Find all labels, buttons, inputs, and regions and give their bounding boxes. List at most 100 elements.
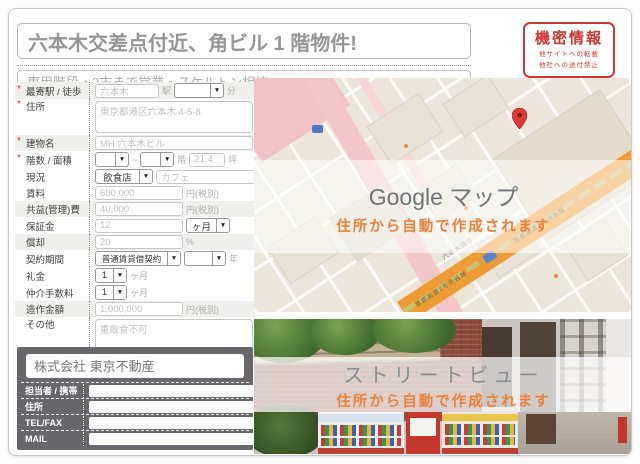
floor-from-select[interactable]: ▼ xyxy=(95,152,129,167)
address-textarea[interactable]: 東京都港区六本木 4-5-8 xyxy=(95,101,253,133)
row-amortization: 償却 % xyxy=(15,234,255,250)
company-contact-row: 担当者 / 携帯 xyxy=(21,382,249,398)
confidential-stamp: 機密情報 他サイトへの転載 他社への送付禁止 xyxy=(523,22,615,78)
contract-years-select[interactable]: ▼ xyxy=(184,251,226,266)
confidential-stamp-line1: 他サイトへの転載 xyxy=(525,50,613,59)
header-divider xyxy=(17,65,471,66)
map-pin-icon xyxy=(512,108,527,129)
row-common-fee: 共益(管理)費 円(税別) xyxy=(15,201,255,217)
street-view-subtitle: 住所から自動で作成されます xyxy=(336,390,551,411)
contract-period-label: 契約期間 xyxy=(15,252,89,266)
map-subtitle: 住所から自動で作成されます xyxy=(336,215,551,236)
dropdown-caret-icon: ▼ xyxy=(160,153,173,166)
area-input[interactable] xyxy=(189,153,225,167)
vending-machine-base xyxy=(442,448,518,454)
company-tel-input[interactable] xyxy=(89,417,266,429)
company-contact-label: 担当者 / 携帯 xyxy=(21,384,83,397)
vending-machine-drinks xyxy=(321,425,401,436)
vending-machine xyxy=(442,412,518,454)
dropdown-caret-icon: ▼ xyxy=(210,84,223,97)
deposit-input[interactable] xyxy=(95,219,183,233)
property-sheet: 機密情報 他サイトへの転載 他社への送付禁止 * 最寄駅 / 徒歩 駅 ▼ 分 … xyxy=(8,8,632,456)
company-address-label: 住所 xyxy=(21,400,83,413)
company-name-input[interactable] xyxy=(26,354,244,378)
dropdown-caret-icon: ▼ xyxy=(216,219,229,232)
station-input[interactable] xyxy=(95,84,159,98)
company-mail-input[interactable] xyxy=(89,433,266,445)
vending-machine xyxy=(406,412,440,454)
row-nearest-station: * 最寄駅 / 徒歩 駅 ▼ 分 xyxy=(15,82,255,99)
row-address: * 住所 東京都港区六本木 4-5-8 xyxy=(15,99,255,135)
common-fee-label: 共益(管理)費 xyxy=(15,202,89,216)
street-view-canvas[interactable]: ストリートビュー 住所から自動で作成されます xyxy=(254,319,632,454)
row-key-money: 礼金 1▼ ヶ月 xyxy=(15,267,255,284)
confidential-stamp-title: 機密情報 xyxy=(525,27,613,48)
floor-unit: 階 xyxy=(177,153,186,166)
station-icon xyxy=(312,125,323,133)
building-name-input[interactable] xyxy=(95,136,253,150)
brokerage-fee-unit: ヶ月 xyxy=(130,286,148,299)
poi-icon xyxy=(404,144,408,148)
amortization-input[interactable] xyxy=(95,235,183,249)
status-select[interactable]: 飲食店▼ xyxy=(95,169,153,184)
common-fee-unit: 円(税別) xyxy=(186,203,219,216)
contract-type-select[interactable]: 普通賃貸借契約▼ xyxy=(95,251,181,266)
row-building-name: * 建物名 xyxy=(15,135,255,151)
street-view-overlay-band: ストリートビュー 住所から自動で作成されます xyxy=(254,357,632,412)
area-unit: 坪 xyxy=(228,153,237,166)
row-floors-area: * 階数 / 面積 ▼ ~ ▼ 階 坪 xyxy=(15,151,255,168)
station-unit: 駅 xyxy=(162,84,171,97)
vending-machine-panel xyxy=(410,418,436,436)
street-view-title: ストリートビュー xyxy=(344,359,544,388)
fixtures-price-label: 造作金額 xyxy=(15,302,89,316)
row-brokerage-fee: 仲介手数料 1▼ ヶ月 xyxy=(15,284,255,301)
company-mail-label: MAIL xyxy=(21,434,83,444)
red-signboard xyxy=(618,417,627,443)
tilde-separator: ~ xyxy=(132,155,137,165)
common-fee-input[interactable] xyxy=(95,202,183,216)
vending-machine-sign xyxy=(318,414,404,422)
key-money-label: 礼金 xyxy=(15,269,89,283)
map-overlay-band: Google マップ 住所から自動で作成されます xyxy=(254,160,632,253)
company-info-panel: 担当者 / 携帯 住所 TEL/FAX MAIL xyxy=(17,347,253,450)
rent-label: 賃料 xyxy=(15,186,89,200)
row-contract-period: 契約期間 普通賃貸借契約▼ ▼ 年 xyxy=(15,250,255,267)
dropdown-caret-icon: ▼ xyxy=(113,286,126,299)
dropdown-caret-icon: ▼ xyxy=(113,269,126,282)
company-tel-row: TEL/FAX xyxy=(21,414,249,430)
dropdown-caret-icon: ▼ xyxy=(139,170,152,183)
row-fixtures-price: 造作金額 円(税別) xyxy=(15,301,255,317)
required-asterisk: * xyxy=(17,84,21,95)
map-title: Google マップ xyxy=(369,178,519,212)
fixtures-price-input[interactable] xyxy=(95,302,183,316)
key-money-unit: ヶ月 xyxy=(130,269,148,282)
walk-minutes-select[interactable]: ▼ xyxy=(174,83,224,98)
company-address-input[interactable] xyxy=(89,401,266,413)
company-contact-input[interactable] xyxy=(89,385,266,397)
company-mail-row: MAIL xyxy=(21,430,249,446)
vending-machine-drinks xyxy=(321,438,401,446)
row-deposit: 保証金 ヶ月▼ xyxy=(15,217,255,234)
google-map-canvas[interactable]: 首都高速3号渋谷線 首都高速3号渋谷線 六本木通り Google マップ 住所か… xyxy=(254,78,632,312)
property-title-input[interactable] xyxy=(17,23,471,59)
rent-input[interactable] xyxy=(95,186,183,200)
brokerage-fee-label: 仲介手数料 xyxy=(15,286,89,300)
key-money-select[interactable]: 1▼ xyxy=(95,268,127,283)
map-building-block xyxy=(442,78,509,137)
dropdown-caret-icon: ▼ xyxy=(115,153,128,166)
nearest-station-label: * 最寄駅 / 徒歩 xyxy=(15,84,89,98)
vending-machine xyxy=(318,412,404,454)
poi-icon xyxy=(554,274,558,278)
row-rent: 賃料 円(税別) xyxy=(15,185,255,201)
vending-machine-drinks xyxy=(445,424,515,435)
property-form: * 最寄駅 / 徒歩 駅 ▼ 分 * 住所 東京都港区六本木 4-5-8 * 建… xyxy=(15,82,255,367)
rent-unit: 円(税別) xyxy=(186,187,219,200)
floors-area-label: * 階数 / 面積 xyxy=(15,153,89,167)
row-current-status: 現況 飲食店▼ xyxy=(15,168,255,185)
vending-machine-drinks xyxy=(445,437,515,445)
dropdown-caret-icon: ▼ xyxy=(212,252,225,265)
deposit-unit-select[interactable]: ヶ月▼ xyxy=(186,218,230,233)
brokerage-fee-select[interactable]: 1▼ xyxy=(95,285,127,300)
floor-to-select[interactable]: ▼ xyxy=(140,152,174,167)
minutes-unit: 分 xyxy=(227,84,236,97)
